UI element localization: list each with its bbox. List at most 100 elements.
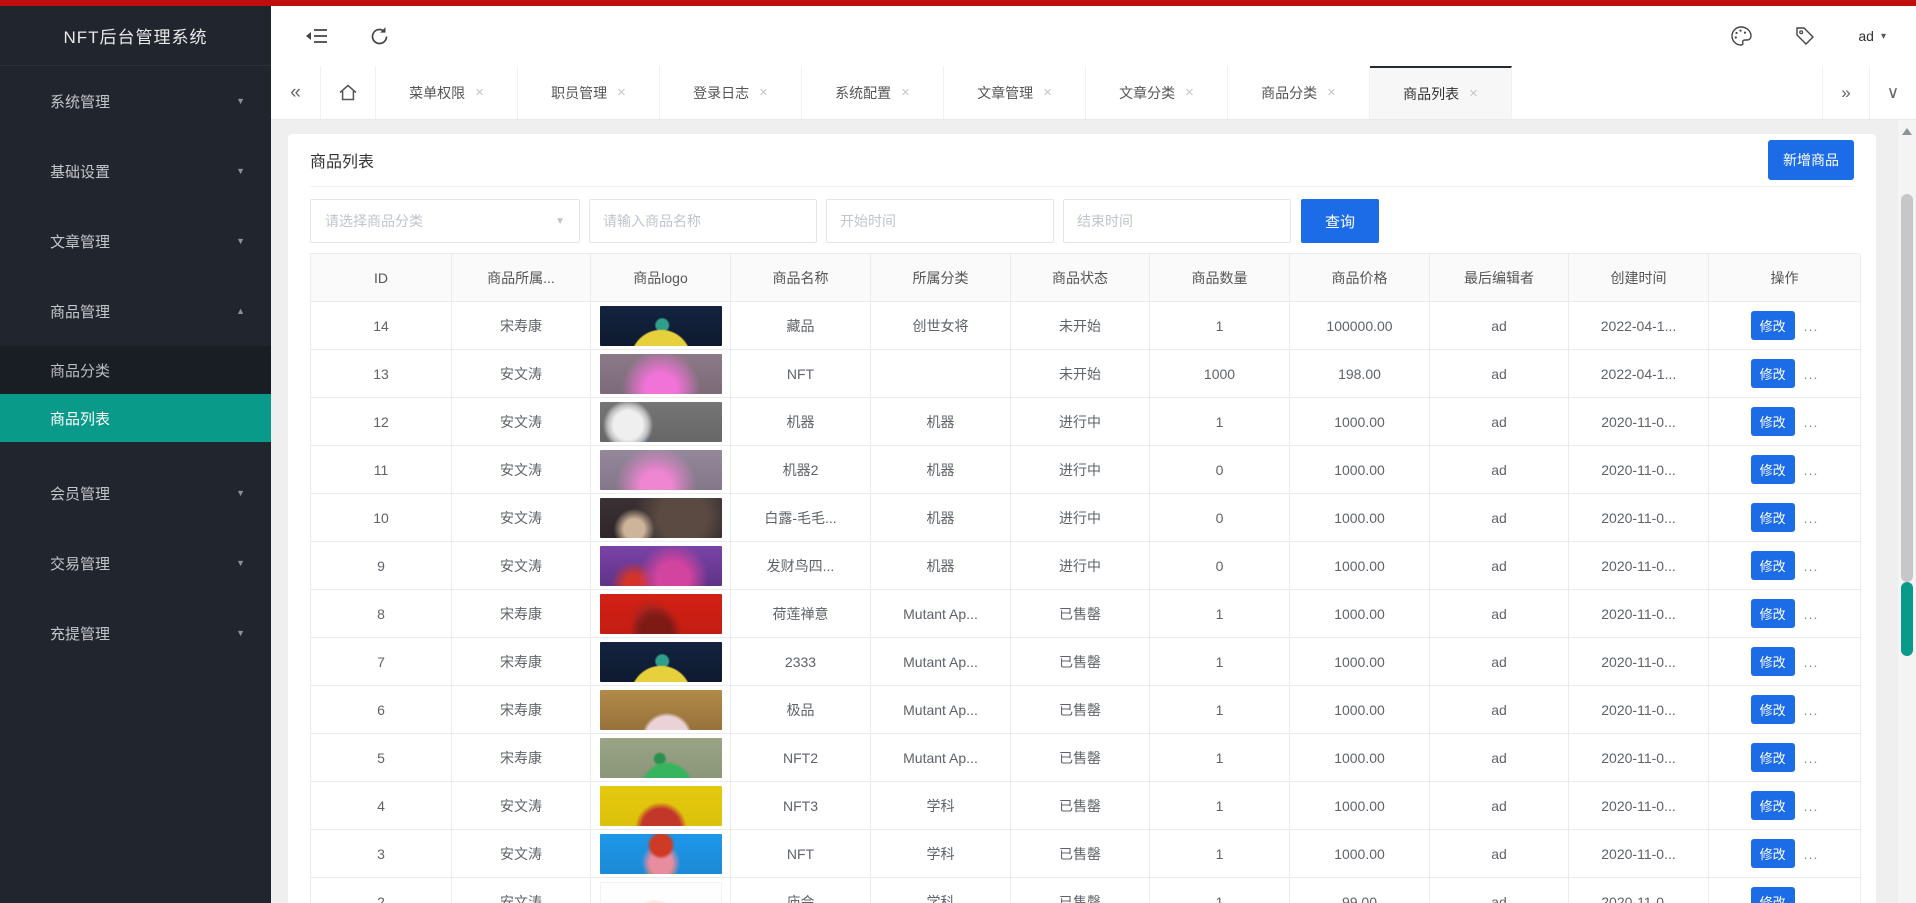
sidebar-item-basic[interactable]: 基础设置 ▼ xyxy=(0,136,271,206)
cell-id: 4 xyxy=(311,782,452,830)
tab-5[interactable]: 文章管理 × xyxy=(944,66,1086,119)
scrollbar-up-arrow[interactable] xyxy=(1902,128,1912,135)
more-actions-button[interactable]: ... xyxy=(1804,366,1819,382)
close-tab-icon[interactable]: × xyxy=(901,84,910,101)
cell-editor: ad xyxy=(1430,302,1569,350)
tab-8[interactable]: 商品列表 × xyxy=(1370,66,1512,119)
category-select[interactable]: 请选择商品分类 ▼ xyxy=(310,199,580,243)
scrollbar-thumb[interactable] xyxy=(1901,194,1913,582)
column-header: 商品logo xyxy=(591,254,731,302)
tab-7[interactable]: 商品分类 × xyxy=(1228,66,1370,119)
edit-button[interactable]: 修改 xyxy=(1750,407,1795,436)
more-actions-button[interactable]: ... xyxy=(1804,654,1819,670)
column-header: 商品价格 xyxy=(1290,254,1430,302)
edit-button[interactable]: 修改 xyxy=(1750,359,1795,388)
more-actions-button[interactable]: ... xyxy=(1804,750,1819,766)
more-actions-button[interactable]: ... xyxy=(1804,558,1819,574)
edit-button[interactable]: 修改 xyxy=(1750,599,1795,628)
cell-status: 已售罄 xyxy=(1011,638,1150,686)
more-actions-button[interactable]: ... xyxy=(1804,894,1819,903)
cell-operations: 修改... xyxy=(1709,686,1861,734)
edit-button[interactable]: 修改 xyxy=(1750,887,1795,903)
tab-4[interactable]: 系统配置 × xyxy=(802,66,944,119)
more-actions-button[interactable]: ... xyxy=(1804,606,1819,622)
home-tab[interactable] xyxy=(321,66,376,119)
add-product-button[interactable]: 新增商品 xyxy=(1768,140,1854,180)
sidebar: NFT后台管理系统 系统管理 ▼ 基础设置 ▼ 文章管理 ▼ 商品管理 ▲ 商品分类 商品列表 会员… xyxy=(0,6,271,903)
cell-name: NFT2 xyxy=(731,734,871,782)
refresh-icon[interactable] xyxy=(369,26,390,47)
scrollbar-thumb-accent[interactable] xyxy=(1901,582,1913,656)
cell-owner: 安文涛 xyxy=(452,542,591,590)
user-menu[interactable]: ad ▾ xyxy=(1858,28,1886,44)
edit-button[interactable]: 修改 xyxy=(1750,311,1795,340)
tabs-scroll-left-button[interactable]: « xyxy=(271,66,321,119)
product-logo-image xyxy=(599,497,722,538)
edit-button[interactable]: 修改 xyxy=(1750,551,1795,580)
cell-operations: 修改... xyxy=(1709,542,1861,590)
cell-price: 100000.00 xyxy=(1290,302,1430,350)
close-tab-icon[interactable]: × xyxy=(759,84,768,101)
sidebar-item-article[interactable]: 文章管理 ▼ xyxy=(0,206,271,276)
sidebar-subitem-goods-list[interactable]: 商品列表 xyxy=(0,394,271,442)
close-tab-icon[interactable]: × xyxy=(1043,84,1052,101)
cell-category: 学科 xyxy=(871,782,1011,830)
search-button[interactable]: 查询 xyxy=(1301,199,1379,243)
close-tab-icon[interactable]: × xyxy=(475,84,484,101)
theme-palette-icon[interactable] xyxy=(1730,25,1753,47)
cell-id: 14 xyxy=(311,302,452,350)
cell-editor: ad xyxy=(1430,638,1569,686)
sidebar-subitem-goods-category[interactable]: 商品分类 xyxy=(0,346,271,394)
close-tab-icon[interactable]: × xyxy=(617,84,626,101)
tab-3[interactable]: 登录日志 × xyxy=(660,66,802,119)
tabs-menu-button[interactable]: ∨ xyxy=(1869,66,1916,119)
cell-editor: ad xyxy=(1430,446,1569,494)
column-header: 商品所属... xyxy=(452,254,591,302)
more-actions-button[interactable]: ... xyxy=(1804,798,1819,814)
more-actions-button[interactable]: ... xyxy=(1804,510,1819,526)
cell-logo xyxy=(591,638,731,686)
cell-id: 3 xyxy=(311,830,452,878)
sidebar-item-member[interactable]: 会员管理 ▼ xyxy=(0,458,271,528)
edit-button[interactable]: 修改 xyxy=(1750,791,1795,820)
page-scrollbar[interactable] xyxy=(1898,120,1916,903)
cell-category xyxy=(871,350,1011,398)
edit-button[interactable]: 修改 xyxy=(1750,743,1795,772)
sidebar-item-label: 会员管理 xyxy=(50,485,111,503)
close-tab-icon[interactable]: × xyxy=(1185,84,1194,101)
product-name-input[interactable] xyxy=(589,199,817,243)
edit-button[interactable]: 修改 xyxy=(1750,695,1795,724)
cell-operations: 修改... xyxy=(1709,302,1861,350)
more-actions-button[interactable]: ... xyxy=(1804,414,1819,430)
cell-logo xyxy=(591,830,731,878)
more-actions-button[interactable]: ... xyxy=(1804,702,1819,718)
close-tab-icon[interactable]: × xyxy=(1327,84,1336,101)
tab-1[interactable]: 菜单权限 × xyxy=(376,66,518,119)
collapse-sidebar-icon[interactable] xyxy=(305,26,329,46)
close-tab-icon[interactable]: × xyxy=(1469,85,1478,102)
more-actions-button[interactable]: ... xyxy=(1804,462,1819,478)
edit-button[interactable]: 修改 xyxy=(1750,503,1795,532)
product-logo-image xyxy=(599,689,722,730)
edit-button[interactable]: 修改 xyxy=(1750,839,1795,868)
edit-button[interactable]: 修改 xyxy=(1750,647,1795,676)
tag-icon[interactable] xyxy=(1794,25,1816,47)
more-actions-button[interactable]: ... xyxy=(1804,846,1819,862)
sidebar-item-trade[interactable]: 交易管理 ▼ xyxy=(0,528,271,598)
tabs-scroll-right-button[interactable]: » xyxy=(1822,66,1869,119)
sidebar-item-deposit[interactable]: 充提管理 ▼ xyxy=(0,598,271,668)
sidebar-item-label: 系统管理 xyxy=(50,93,111,111)
sidebar-item-system[interactable]: 系统管理 ▼ xyxy=(0,66,271,136)
sidebar-item-goods[interactable]: 商品管理 ▲ xyxy=(0,276,271,346)
end-time-input[interactable] xyxy=(1063,199,1291,243)
more-actions-button[interactable]: ... xyxy=(1804,318,1819,334)
cell-name: 藏品 xyxy=(731,302,871,350)
table-row: 8 宋寿康 荷莲禅意 Mutant Ap... 已售罄 1 1000.00 ad 2020-11… xyxy=(311,590,1861,638)
tab-6[interactable]: 文章分类 × xyxy=(1086,66,1228,119)
cell-price: 1000.00 xyxy=(1290,734,1430,782)
start-time-input[interactable] xyxy=(826,199,1054,243)
edit-button[interactable]: 修改 xyxy=(1750,455,1795,484)
cell-editor: ad xyxy=(1430,878,1569,903)
cell-status: 未开始 xyxy=(1011,350,1150,398)
tab-2[interactable]: 职员管理 × xyxy=(518,66,660,119)
